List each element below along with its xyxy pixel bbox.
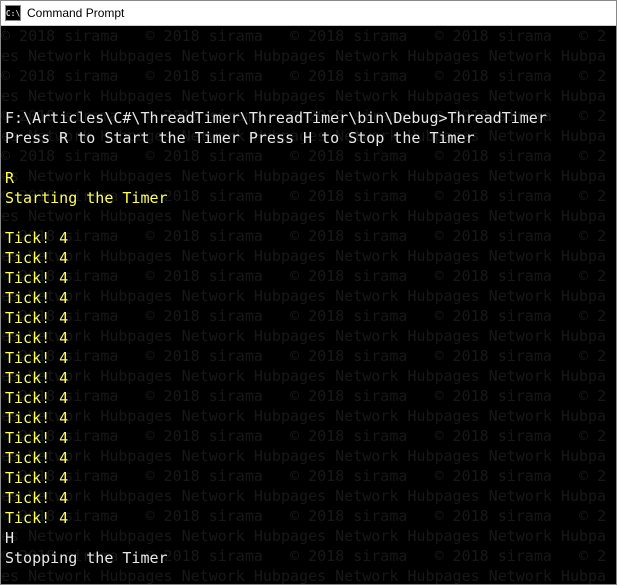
terminal-line: Tick! 4 xyxy=(5,268,612,288)
terminal-line: Tick! 4 xyxy=(5,288,612,308)
cmd-icon: C:\ xyxy=(5,5,21,21)
terminal-line: F:\Articles\C#\ThreadTimer\ThreadTimer\b… xyxy=(5,108,612,128)
terminal-line: Starting the Timer xyxy=(5,188,612,208)
terminal-line: Tick! 4 xyxy=(5,228,612,248)
terminal-line: H xyxy=(5,528,612,548)
terminal-line: Press R to Start the Timer Press H to St… xyxy=(5,128,612,148)
terminal-line: Tick! 4 xyxy=(5,508,612,528)
terminal-line xyxy=(5,208,612,228)
terminal-content: F:\Articles\C#\ThreadTimer\ThreadTimer\b… xyxy=(5,88,612,584)
terminal-line: Tick! 4 xyxy=(5,448,612,468)
terminal-line: Tick! 4 xyxy=(5,408,612,428)
terminal-line: Tick! 4 xyxy=(5,388,612,408)
terminal-line: Tick! 4 xyxy=(5,348,612,368)
terminal-line: Tick! 4 xyxy=(5,328,612,348)
window: C:\ Command Prompt © 2018 sirama © 2018 … xyxy=(0,0,617,585)
terminal-line: Tick! 4 xyxy=(5,308,612,328)
terminal-line: R xyxy=(5,168,612,188)
terminal-line: Tick! 4 xyxy=(5,468,612,488)
terminal-line: Tick! 4 xyxy=(5,248,612,268)
terminal-line: Tick! 4 xyxy=(5,428,612,448)
terminal-line: Stopping the Timer xyxy=(5,548,612,568)
terminal-line: Tick! 4 xyxy=(5,488,612,508)
terminal[interactable]: © 2018 sirama © 2018 sirama © 2018 siram… xyxy=(1,26,616,584)
window-title: Command Prompt xyxy=(27,6,124,20)
terminal-line xyxy=(5,88,612,108)
terminal-line xyxy=(5,568,612,584)
terminal-line: Tick! 4 xyxy=(5,368,612,388)
titlebar[interactable]: C:\ Command Prompt xyxy=(1,1,616,26)
terminal-line xyxy=(5,148,612,168)
